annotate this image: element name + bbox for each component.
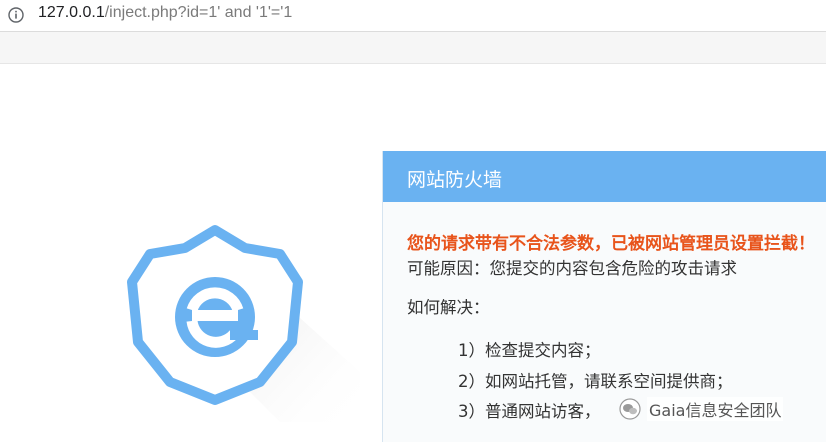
watermark-text: Gaia信息安全团队 bbox=[647, 397, 784, 421]
block-reason: 可能原因：您提交的内容包含危险的攻击请求 bbox=[407, 259, 737, 278]
firewall-header: 网站防火墙 bbox=[383, 151, 826, 202]
shield-logo-icon bbox=[127, 225, 360, 422]
wechat-icon bbox=[619, 398, 641, 420]
url-text[interactable]: 127.0.0.1/inject.php?id=1' and '1'='1 bbox=[38, 4, 292, 22]
info-icon[interactable] bbox=[7, 6, 25, 24]
address-bar[interactable]: 127.0.0.1/inject.php?id=1' and '1'='1 bbox=[0, 0, 826, 32]
firewall-panel: 网站防火墙 您的请求带有不合法参数，已被网站管理员设置拦截！ 可能原因：您提交的… bbox=[382, 151, 826, 442]
url-path: /inject.php?id=1' and '1'='1 bbox=[104, 4, 293, 21]
block-warning: 您的请求带有不合法参数，已被网站管理员设置拦截！ bbox=[407, 234, 815, 254]
url-host: 127.0.0.1 bbox=[38, 4, 105, 21]
solution-step: 1）检查提交内容； bbox=[458, 341, 601, 360]
solution-step: 3）普通网站访客， bbox=[458, 402, 601, 421]
firewall-title: 网站防火墙 bbox=[407, 169, 503, 191]
bookmarks-bar bbox=[0, 32, 826, 64]
solution-step: 2）如网站托管，请联系空间提供商； bbox=[458, 372, 733, 391]
watermark: Gaia信息安全团队 bbox=[619, 396, 784, 422]
how-to-heading: 如何解决： bbox=[407, 298, 490, 317]
